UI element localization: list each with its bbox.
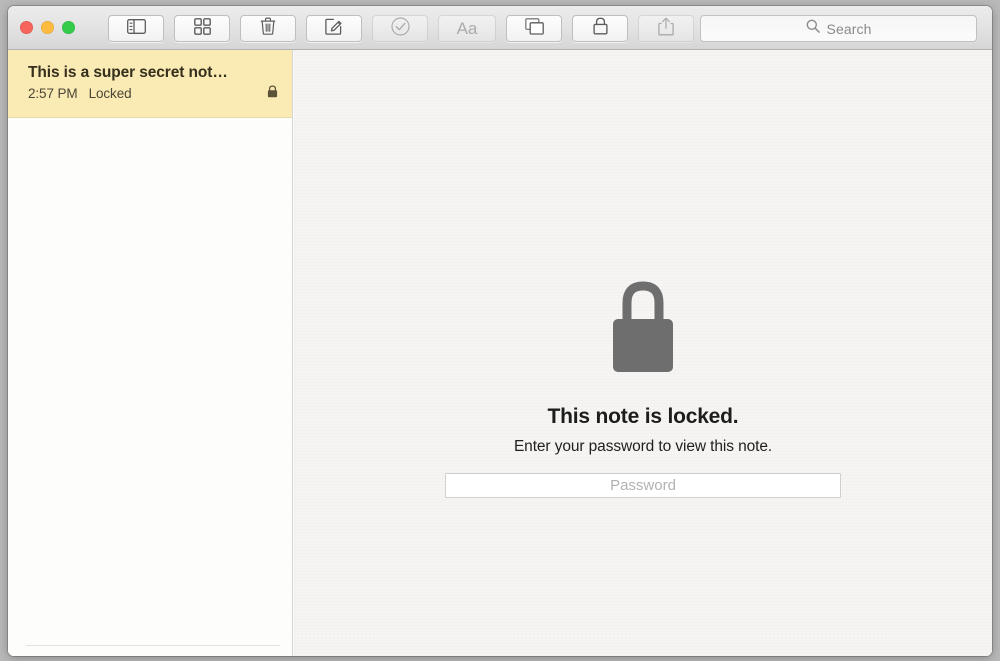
close-button[interactable] [20,21,33,34]
attachments-button[interactable] [174,15,230,42]
delete-note-button[interactable] [240,15,296,42]
share-button[interactable] [638,15,694,42]
compose-icon [325,17,343,40]
format-text-icon: Aa [456,19,478,38]
password-input[interactable] [446,473,840,498]
minimize-button[interactable] [41,21,54,34]
note-title: This is a super secret not… [28,64,228,81]
sidebar-divider [26,645,280,646]
zoom-button[interactable] [62,21,75,34]
new-note-button[interactable] [306,15,362,42]
note-status: Locked [88,86,132,101]
traffic-lights [20,21,75,34]
big-lock-icon [610,278,676,387]
checklist-button[interactable] [372,15,428,42]
password-field-wrapper[interactable] [445,473,841,498]
new-window-button[interactable] [506,15,562,42]
notes-list-sidebar: This is a super secret not… 2:57 PM Lock… [8,50,293,656]
search-field[interactable]: Search [700,15,977,42]
sidebar-toggle-button[interactable] [108,15,164,42]
search-placeholder: Search [826,20,872,37]
window-body: This is a super secret not… 2:57 PM Lock… [8,50,992,656]
note-time: 2:57 PM [28,86,78,101]
sidebar-toggle-icon [126,18,146,39]
list-item[interactable]: This is a super secret not… 2:57 PM Lock… [8,50,292,118]
locked-title: This note is locked. [547,405,739,428]
titlebar: Aa Search [8,6,992,50]
lock-icon [592,17,608,40]
locked-subtitle: Enter your password to view this note. [513,438,773,455]
note-meta: 2:57 PM Locked [28,86,276,101]
search-icon [806,19,820,38]
grid-attachments-icon [193,17,211,40]
new-window-icon [524,17,544,40]
locked-note-panel: This note is locked. Enter your password… [294,278,992,498]
notes-window: Aa Search This is a super secret not… 2:… [8,6,992,656]
trash-icon [260,17,276,40]
lock-note-button[interactable] [572,15,628,42]
note-content-area: This note is locked. Enter your password… [294,50,992,656]
lock-small-icon [267,85,278,103]
format-text-button[interactable]: Aa [438,15,496,42]
checklist-icon [390,16,410,41]
share-icon [658,17,674,41]
